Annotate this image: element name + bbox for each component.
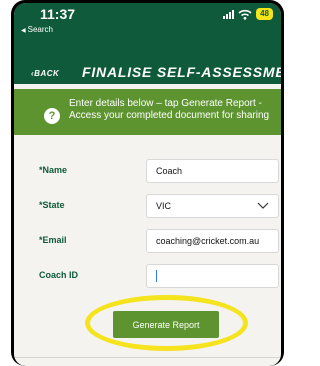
coach-id-input[interactable] <box>146 264 279 288</box>
info-text: Enter details below – tap Generate Repor… <box>69 98 270 121</box>
name-input[interactable]: Coach <box>146 159 279 183</box>
email-label: *Email <box>39 235 67 245</box>
wifi-icon <box>238 9 252 20</box>
status-time: 11:37 <box>40 6 76 22</box>
email-input[interactable]: coaching@cricket.com.au <box>146 229 279 253</box>
info-banner: ? Enter details below – tap Generate Rep… <box>14 89 281 135</box>
back-app-label: Search <box>27 25 53 34</box>
state-row: *State VIC <box>14 194 281 218</box>
generate-report-button[interactable]: Generate Report <box>113 311 219 338</box>
back-to-search-link[interactable]: ◀ Search <box>21 25 53 34</box>
name-row: *Name Coach <box>14 159 281 183</box>
status-icons: 48 <box>223 7 273 21</box>
phone-frame: 11:37 ◀ Search 48 ‹BACK FINALISE SELF-ASS… <box>11 0 284 366</box>
battery-indicator: 48 <box>256 8 273 20</box>
bottom-divider <box>14 357 281 358</box>
back-button[interactable]: ‹BACK <box>31 69 59 78</box>
state-select[interactable]: VIC <box>146 194 279 218</box>
signal-icon <box>223 9 235 19</box>
state-value: VIC <box>156 201 172 211</box>
chevron-down-icon <box>257 202 269 209</box>
generate-report-label: Generate Report <box>132 319 200 330</box>
text-caret <box>156 270 157 282</box>
name-label: *Name <box>39 165 68 175</box>
state-label: *State <box>39 200 65 210</box>
page-title: FINALISE SELF-ASSESSMENT <box>82 64 281 80</box>
app-header: 11:37 ◀ Search 48 ‹BACK FINALISE SELF-ASS… <box>14 3 281 84</box>
coach-id-label: Coach ID <box>39 270 79 280</box>
coach-id-row: Coach ID <box>14 264 281 288</box>
app-screen: 11:37 ◀ Search 48 ‹BACK FINALISE SELF-ASS… <box>14 3 281 366</box>
email-row: *Email coaching@cricket.com.au <box>14 229 281 253</box>
back-triangle-icon: ◀ <box>21 28 26 34</box>
question-icon: ? <box>44 108 60 124</box>
